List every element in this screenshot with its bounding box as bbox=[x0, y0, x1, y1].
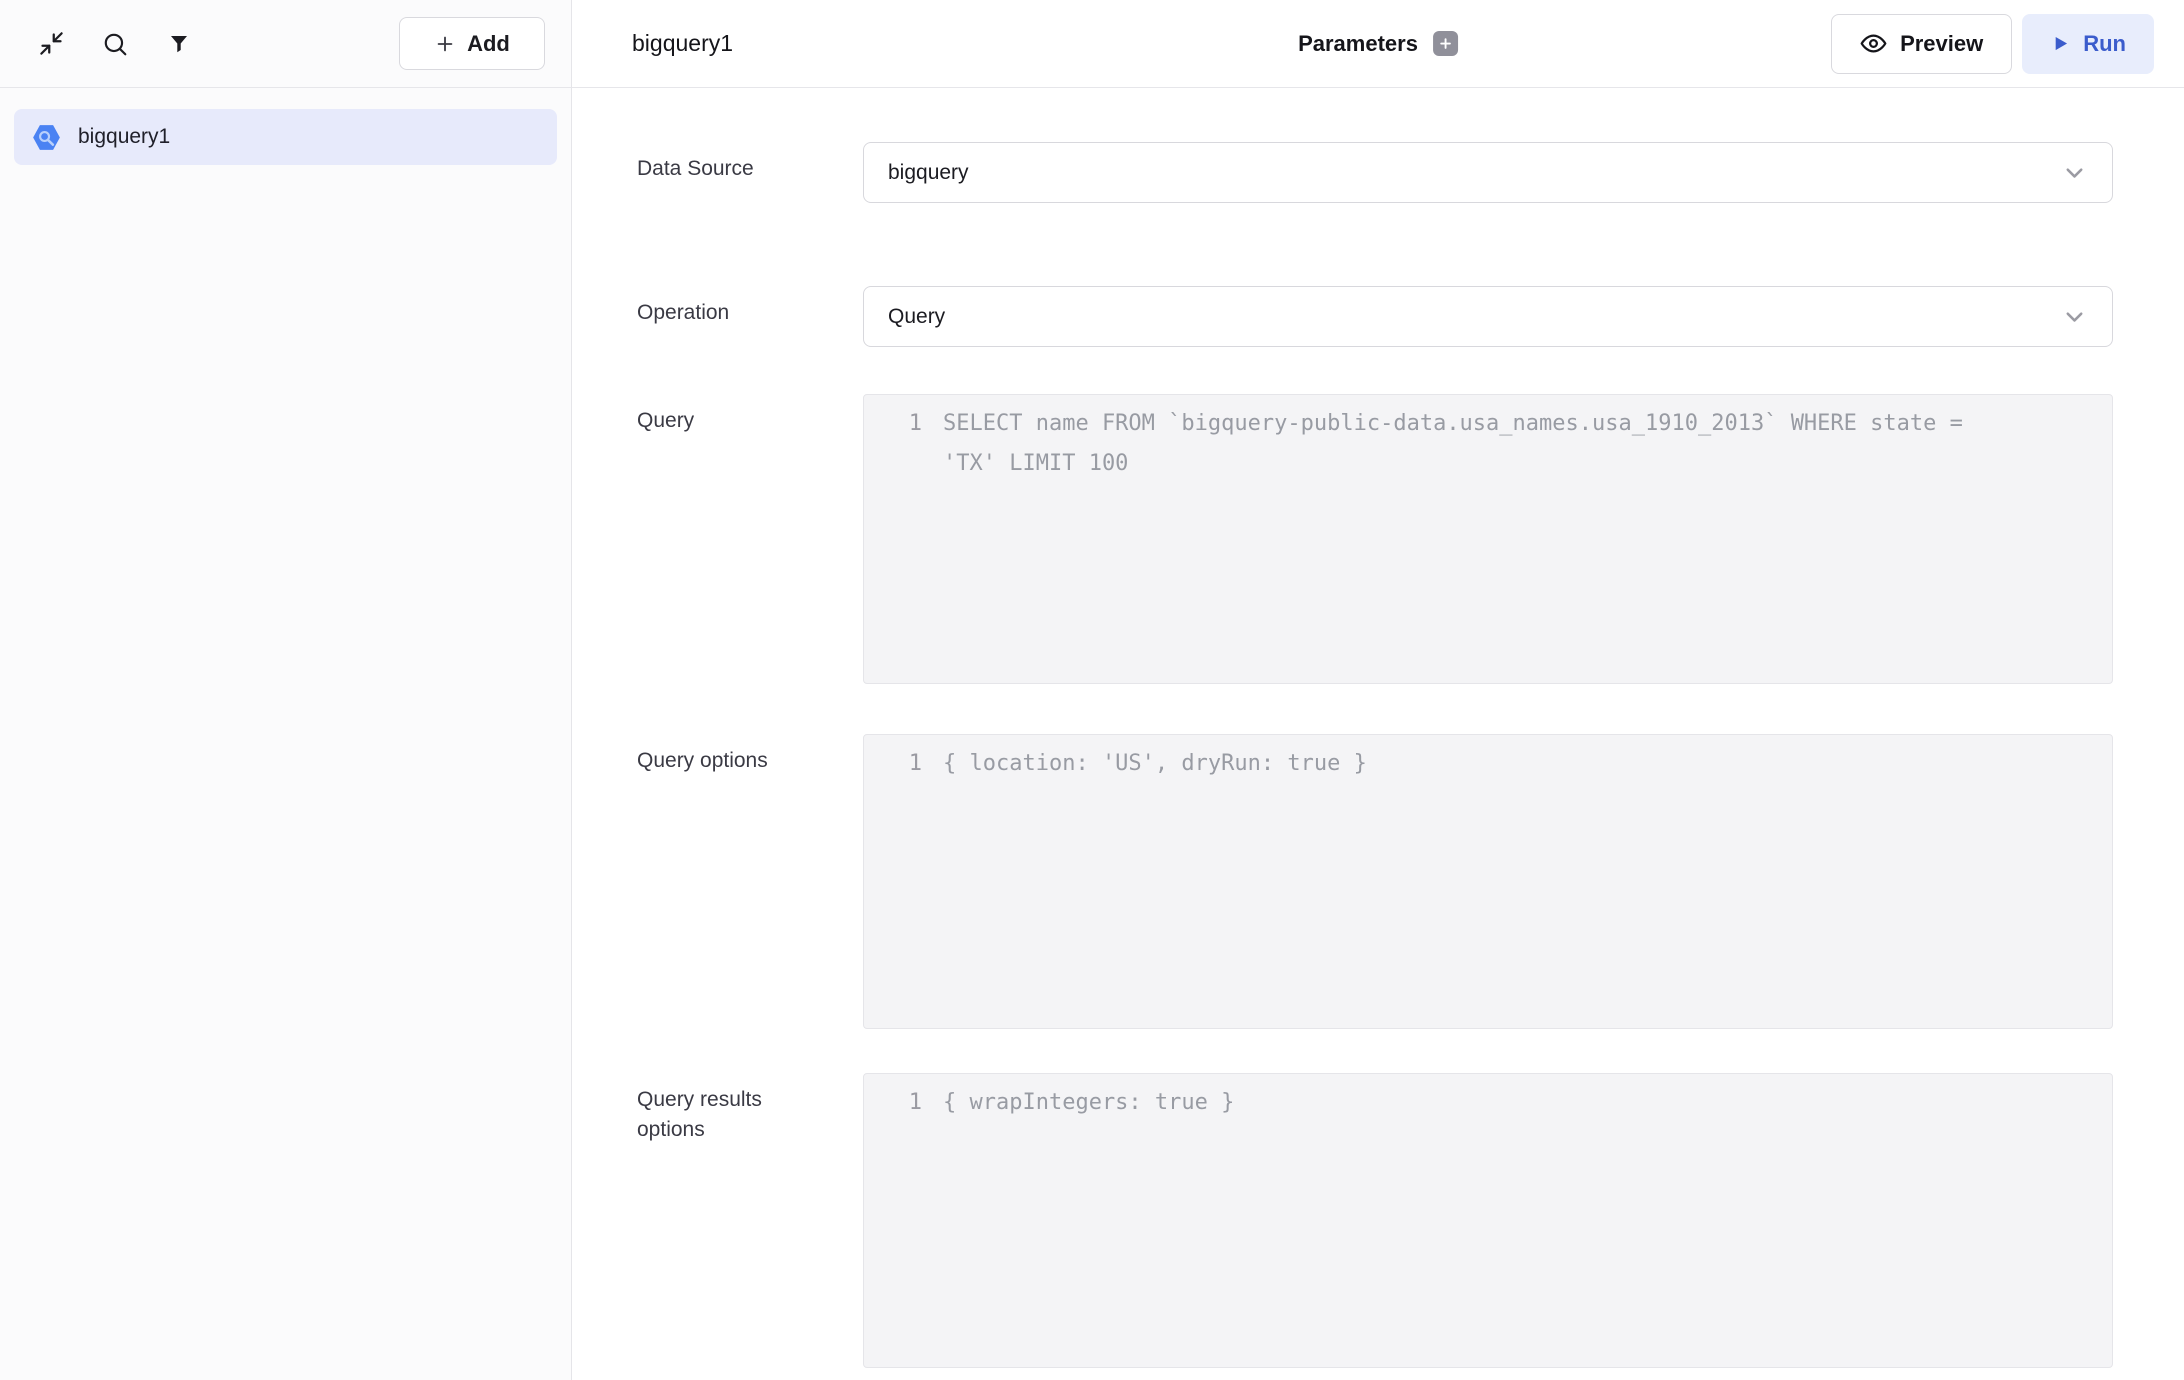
data-source-select[interactable]: bigquery bbox=[863, 142, 2113, 203]
query-options-code-editor[interactable]: 1 { location: 'US', dryRun: true } bbox=[863, 734, 2113, 1029]
app-window: Add bigquery1 bigquery1 Parameters bbox=[0, 0, 2184, 1380]
form-row-query-results-options: Query results options 1 { wrapIntegers: … bbox=[637, 1073, 2113, 1368]
search-icon bbox=[102, 31, 128, 57]
query-placeholder-text: SELECT name FROM `bigquery-public-data.u… bbox=[943, 404, 2013, 484]
form-row-query: Query 1 SELECT name FROM `bigquery-publi… bbox=[637, 394, 2113, 684]
plus-icon bbox=[1438, 36, 1453, 51]
collapse-arrows-icon bbox=[38, 30, 65, 57]
parameters-label: Parameters bbox=[1298, 31, 1418, 57]
data-source-label: Data Source bbox=[637, 142, 863, 203]
add-button-label: Add bbox=[467, 31, 510, 57]
query-options-placeholder-text: { location: 'US', dryRun: true } bbox=[943, 744, 1367, 784]
query-results-options-label: Query results options bbox=[637, 1073, 863, 1368]
chevron-down-icon bbox=[2061, 303, 2088, 330]
collapse-panel-button[interactable] bbox=[34, 27, 68, 61]
line-number: 1 bbox=[864, 744, 922, 784]
query-results-options-placeholder-text: { wrapIntegers: true } bbox=[943, 1083, 1234, 1123]
query-title: bigquery1 bbox=[632, 30, 733, 57]
query-list-item-bigquery1[interactable]: bigquery1 bbox=[14, 109, 557, 165]
filter-button[interactable] bbox=[162, 27, 196, 61]
line-number: 1 bbox=[864, 1083, 922, 1123]
add-query-button[interactable]: Add bbox=[399, 17, 545, 70]
run-button[interactable]: Run bbox=[2022, 14, 2154, 74]
query-item-label: bigquery1 bbox=[78, 125, 170, 149]
sidebar-toolbar: Add bbox=[0, 0, 571, 88]
query-options-label: Query options bbox=[637, 734, 863, 1029]
query-editor-header: bigquery1 Parameters bbox=[572, 0, 2184, 88]
query-editor-panel: bigquery1 Parameters bbox=[572, 0, 2184, 1380]
query-list: bigquery1 bbox=[0, 88, 571, 186]
query-form: Data Source bigquery Operation Query bbox=[572, 88, 2184, 1368]
preview-button-label: Preview bbox=[1900, 31, 1983, 57]
search-button[interactable] bbox=[98, 27, 132, 61]
parameters-section: Parameters bbox=[1298, 0, 1458, 87]
run-button-label: Run bbox=[2083, 31, 2126, 57]
chevron-down-icon bbox=[2061, 159, 2088, 186]
query-results-options-code-editor[interactable]: 1 { wrapIntegers: true } bbox=[863, 1073, 2113, 1368]
operation-value: Query bbox=[888, 305, 945, 329]
header-actions: Preview Run bbox=[1831, 14, 2154, 74]
form-row-operation: Operation Query bbox=[637, 286, 2113, 347]
line-number: 1 bbox=[864, 404, 922, 444]
plus-icon bbox=[434, 33, 456, 55]
bigquery-logo-icon bbox=[31, 122, 62, 153]
query-sidebar: Add bigquery1 bbox=[0, 0, 572, 1380]
filter-funnel-icon bbox=[167, 32, 191, 56]
add-parameter-button[interactable] bbox=[1433, 31, 1458, 56]
operation-select[interactable]: Query bbox=[863, 286, 2113, 347]
operation-label: Operation bbox=[637, 286, 863, 347]
query-label: Query bbox=[637, 394, 863, 684]
form-row-query-options: Query options 1 { location: 'US', dryRun… bbox=[637, 734, 2113, 1029]
preview-button[interactable]: Preview bbox=[1831, 14, 2012, 74]
eye-icon bbox=[1860, 30, 1887, 57]
data-source-value: bigquery bbox=[888, 161, 969, 185]
play-icon bbox=[2050, 33, 2071, 54]
form-row-data-source: Data Source bigquery bbox=[637, 142, 2113, 203]
query-code-editor[interactable]: 1 SELECT name FROM `bigquery-public-data… bbox=[863, 394, 2113, 684]
